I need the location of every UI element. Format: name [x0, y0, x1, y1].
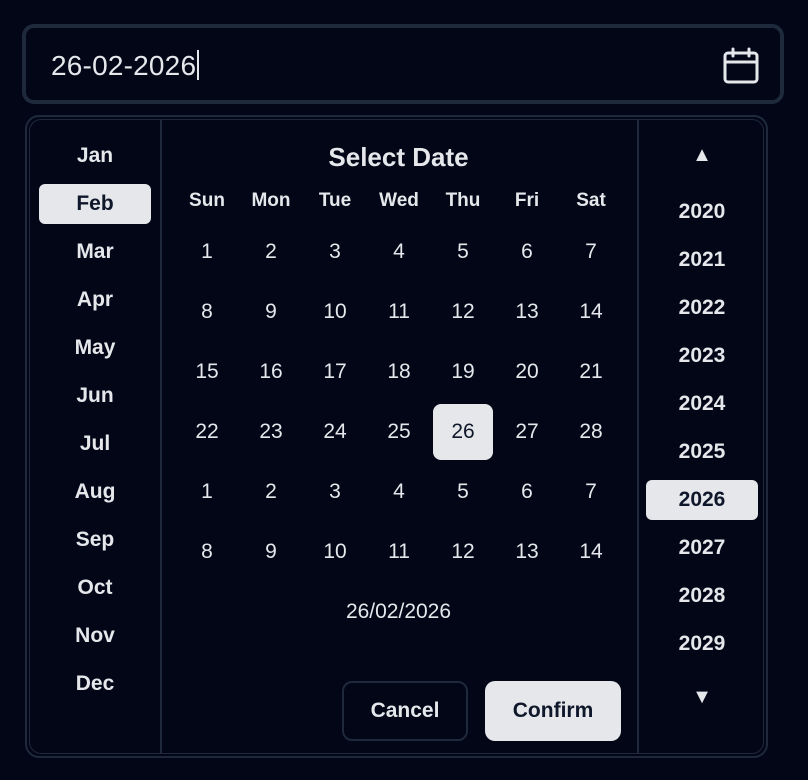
day-cell[interactable]: 8 [177, 524, 237, 580]
day-cell[interactable]: 6 [497, 464, 557, 520]
day-cell[interactable]: 3 [305, 224, 365, 280]
date-picker-frame: Jan Feb Mar Apr May Jun Jul Aug Sep Oct Nov Dec Sel… [29, 119, 764, 754]
weekday-header-mon: Mon [251, 190, 291, 211]
year-item-2025[interactable]: 2025 [646, 432, 758, 472]
month-item-feb[interactable]: Feb [39, 184, 151, 224]
day-cell[interactable]: 17 [305, 344, 365, 400]
year-item-2023[interactable]: 2023 [646, 336, 758, 376]
day-cell[interactable]: 23 [241, 404, 301, 460]
day-cell[interactable]: 24 [305, 404, 365, 460]
day-cell[interactable]: 1 [177, 224, 237, 280]
day-cell[interactable]: 13 [497, 524, 557, 580]
day-cell[interactable]: 20 [497, 344, 557, 400]
year-column: ▲ ▼ 2020 2021 2022 2023 2024 2025 2026 2027 2028… [637, 120, 763, 753]
day-cell[interactable]: 28 [561, 404, 621, 460]
month-item-oct[interactable]: Oct [39, 568, 151, 608]
day-cell[interactable]: 2 [241, 464, 301, 520]
day-cell[interactable]: 8 [177, 284, 237, 340]
year-item-2026[interactable]: 2026 [646, 480, 758, 520]
weekday-header-sun: Sun [189, 190, 225, 211]
day-cell[interactable]: 12 [433, 284, 493, 340]
weekday-header-thu: Thu [445, 190, 481, 211]
day-cell[interactable]: 15 [177, 344, 237, 400]
month-item-sep[interactable]: Sep [39, 520, 151, 560]
cancel-button[interactable]: Cancel [342, 681, 468, 741]
day-cell[interactable]: 1 [177, 464, 237, 520]
year-item-2021[interactable]: 2021 [646, 240, 758, 280]
day-cell[interactable]: 16 [241, 344, 301, 400]
month-item-jan[interactable]: Jan [39, 136, 151, 176]
day-cell[interactable]: 21 [561, 344, 621, 400]
date-input-value[interactable]: 26-02-2026 [51, 50, 200, 82]
day-cell-selected[interactable]: 26 [433, 404, 493, 460]
month-item-jul[interactable]: Jul [39, 424, 151, 464]
day-cell[interactable]: 14 [561, 284, 621, 340]
weekday-header-wed: Wed [379, 190, 419, 211]
date-input-field[interactable]: 26-02-2026 [22, 24, 784, 104]
day-cell[interactable]: 5 [433, 464, 493, 520]
year-item-2027[interactable]: 2027 [646, 528, 758, 568]
day-cell[interactable]: 11 [369, 524, 429, 580]
day-cell[interactable]: 12 [433, 524, 493, 580]
year-item-2029[interactable]: 2029 [646, 624, 758, 664]
day-cell[interactable]: 9 [241, 524, 301, 580]
day-cell[interactable]: 9 [241, 284, 301, 340]
day-cell[interactable]: 7 [561, 224, 621, 280]
year-item-2022[interactable]: 2022 [646, 288, 758, 328]
year-item-2020[interactable]: 2020 [646, 192, 758, 232]
weekday-header-tue: Tue [318, 190, 352, 211]
day-cell[interactable]: 18 [369, 344, 429, 400]
chevron-up-icon[interactable]: ▲ [691, 144, 713, 166]
day-cell[interactable]: 4 [369, 464, 429, 520]
confirm-button[interactable]: Confirm [485, 681, 621, 741]
picker-title: Select Date [328, 142, 469, 172]
day-cell[interactable]: 7 [561, 464, 621, 520]
month-item-jun[interactable]: Jun [39, 376, 151, 416]
month-item-apr[interactable]: Apr [39, 280, 151, 320]
day-cell[interactable]: 14 [561, 524, 621, 580]
month-item-may[interactable]: May [39, 328, 151, 368]
day-cell[interactable]: 19 [433, 344, 493, 400]
month-column: Jan Feb Mar Apr May Jun Jul Aug Sep Oct Nov Dec [30, 120, 162, 753]
day-cell[interactable]: 22 [177, 404, 237, 460]
day-cell[interactable]: 2 [241, 224, 301, 280]
date-picker-popover: Jan Feb Mar Apr May Jun Jul Aug Sep Oct Nov Dec Sel… [25, 115, 768, 758]
month-item-aug[interactable]: Aug [39, 472, 151, 512]
weekday-header-sat: Sat [576, 190, 606, 211]
month-item-dec[interactable]: Dec [39, 664, 151, 704]
month-item-mar[interactable]: Mar [39, 232, 151, 272]
month-item-nov[interactable]: Nov [39, 616, 151, 656]
day-cell[interactable]: 6 [497, 224, 557, 280]
chevron-down-icon[interactable]: ▼ [691, 686, 713, 708]
day-cell[interactable]: 27 [497, 404, 557, 460]
day-cell[interactable]: 5 [433, 224, 493, 280]
calendar-icon[interactable] [722, 47, 760, 85]
day-cell[interactable]: 11 [369, 284, 429, 340]
weekday-header-fri: Fri [514, 190, 540, 211]
year-item-2028[interactable]: 2028 [646, 576, 758, 616]
day-cell[interactable]: 10 [305, 284, 365, 340]
day-cell[interactable]: 4 [369, 224, 429, 280]
day-cell[interactable]: 25 [369, 404, 429, 460]
day-cell[interactable]: 3 [305, 464, 365, 520]
year-item-2024[interactable]: 2024 [646, 384, 758, 424]
day-cell[interactable]: 13 [497, 284, 557, 340]
text-caret [197, 50, 200, 80]
day-cell[interactable]: 10 [305, 524, 365, 580]
selected-date-readout: 26/02/2026 [345, 600, 452, 623]
